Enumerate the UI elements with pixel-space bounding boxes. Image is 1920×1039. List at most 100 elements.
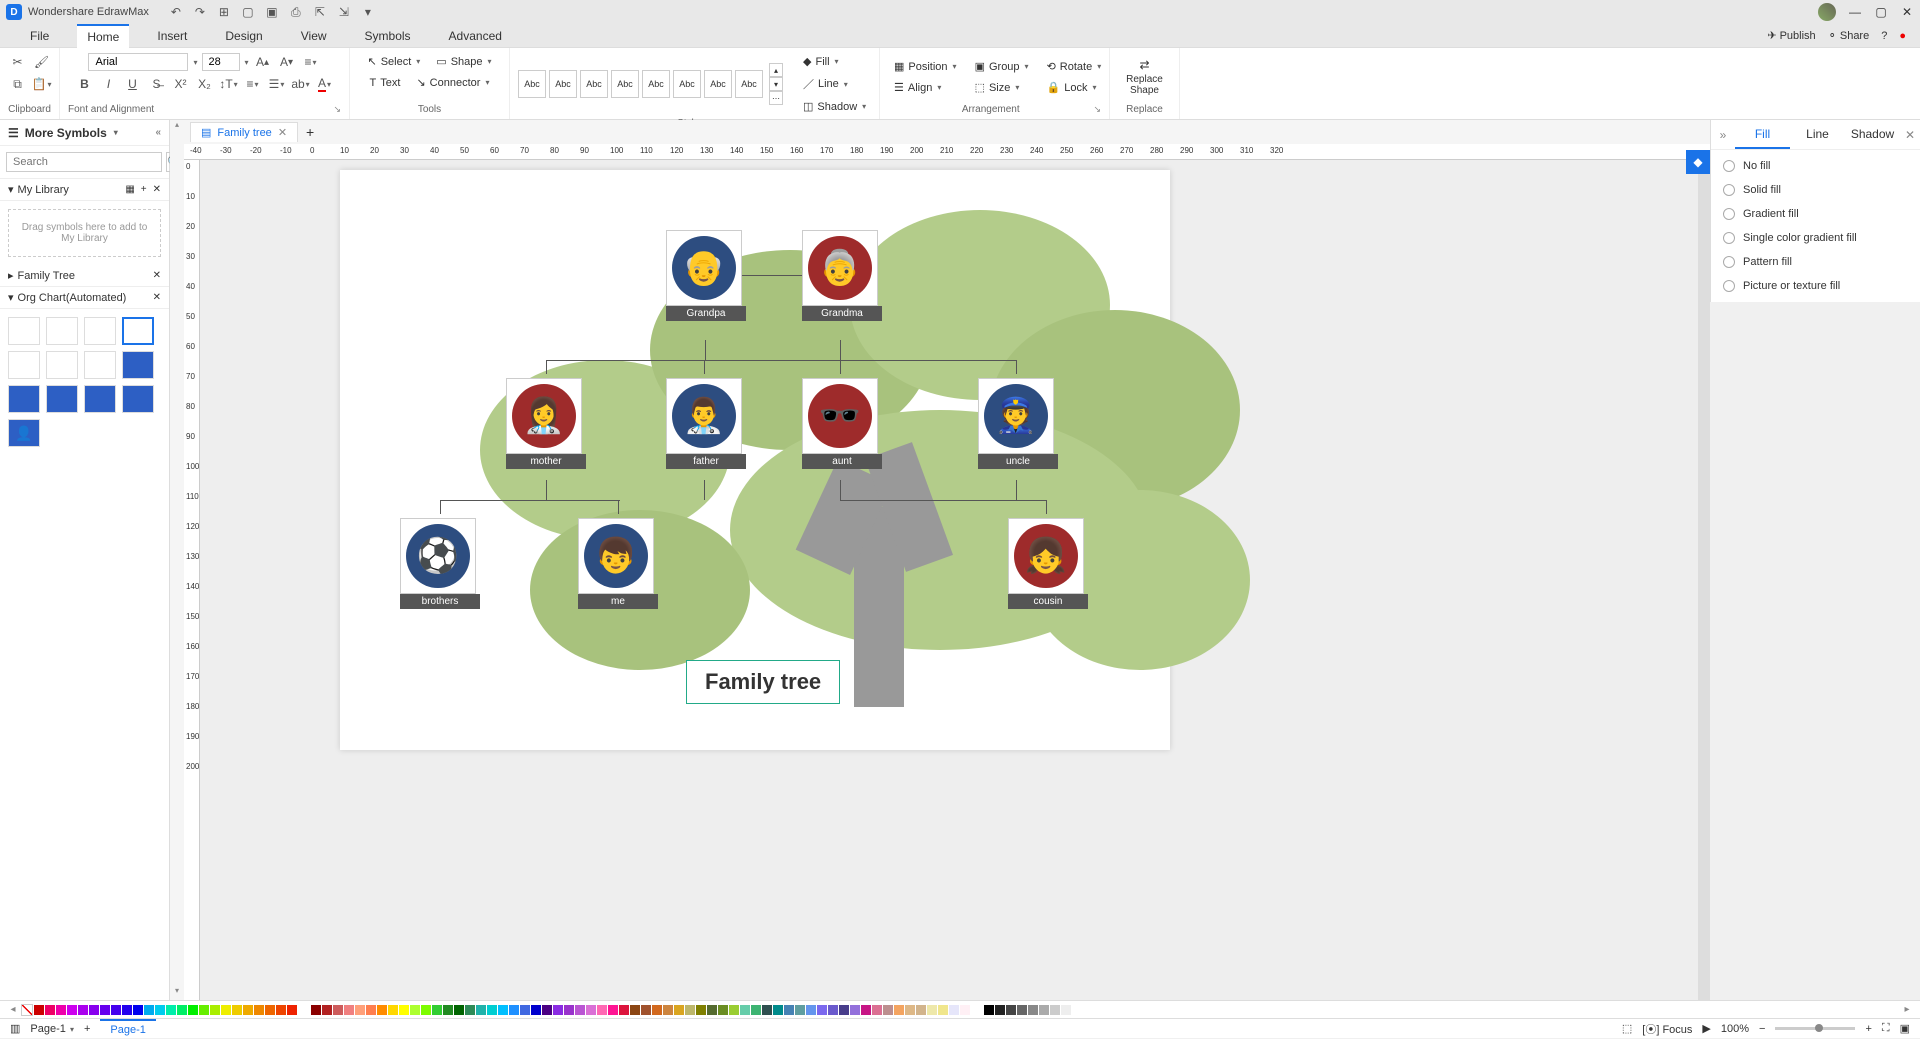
color-swatch[interactable] (707, 1005, 717, 1015)
align-left-icon[interactable]: ≡▾ (301, 52, 321, 72)
style-preset[interactable]: Abc (704, 70, 732, 98)
shape-thumb[interactable] (122, 351, 154, 379)
rotate-button[interactable]: ⟲Rotate▾ (1041, 57, 1108, 76)
tab-shadow[interactable]: Shadow (1845, 121, 1900, 149)
color-swatch[interactable] (861, 1005, 871, 1015)
color-swatch[interactable] (243, 1005, 253, 1015)
color-swatch[interactable] (221, 1005, 231, 1015)
color-swatch[interactable] (111, 1005, 121, 1015)
tab-fill[interactable]: Fill (1735, 121, 1790, 149)
color-swatch[interactable] (254, 1005, 264, 1015)
new-lib-icon[interactable]: ▦ (125, 184, 134, 195)
color-swatch[interactable] (828, 1005, 838, 1015)
colorbar-next-icon[interactable]: ▸ (1900, 1004, 1914, 1015)
color-swatch[interactable] (619, 1005, 629, 1015)
style-preset[interactable]: Abc (549, 70, 577, 98)
color-swatch[interactable] (166, 1005, 176, 1015)
canvas-scrollbar-v[interactable] (1698, 160, 1710, 1000)
color-swatch[interactable] (806, 1005, 816, 1015)
zoom-value[interactable]: 100% (1721, 1023, 1749, 1035)
shape-thumb[interactable] (46, 351, 78, 379)
fullscreen-icon[interactable]: ▣ (1900, 1022, 1910, 1035)
shape-thumb[interactable] (8, 317, 40, 345)
fill-option-single-gradient[interactable]: Single color gradient fill (1723, 232, 1908, 244)
size-button[interactable]: ⬚Size▾ (969, 78, 1035, 97)
bold-icon[interactable]: B (75, 74, 95, 94)
color-swatch[interactable] (564, 1005, 574, 1015)
orgchart-expander-icon[interactable]: ▾ (8, 291, 14, 304)
shrink-font-icon[interactable]: A▾ (277, 52, 297, 72)
fill-option-solid[interactable]: Solid fill (1723, 184, 1908, 196)
canvas-title-box[interactable]: Family tree (686, 660, 840, 704)
menu-home[interactable]: Home (77, 24, 129, 48)
color-swatch[interactable] (1006, 1005, 1016, 1015)
color-swatch[interactable] (575, 1005, 585, 1015)
scroll-down-icon[interactable]: ▾ (170, 986, 184, 1000)
fill-option-gradient[interactable]: Gradient fill (1723, 208, 1908, 220)
color-swatch[interactable] (399, 1005, 409, 1015)
color-swatch[interactable] (465, 1005, 475, 1015)
color-swatch[interactable] (553, 1005, 563, 1015)
shape-thumb[interactable] (46, 317, 78, 345)
color-swatch[interactable] (443, 1005, 453, 1015)
text-button[interactable]: TText (364, 74, 407, 92)
new-icon[interactable]: ⊞ (217, 5, 231, 19)
panel-scroll[interactable]: ▴ ▾ (170, 120, 184, 1000)
color-swatch[interactable] (232, 1005, 242, 1015)
color-swatch[interactable] (265, 1005, 275, 1015)
styles-more-icon[interactable]: ⋯ (769, 91, 783, 105)
align-button[interactable]: ☰Align▾ (888, 78, 963, 97)
menu-advanced[interactable]: Advanced (439, 25, 512, 47)
color-swatch[interactable] (344, 1005, 354, 1015)
fill-option-pattern[interactable]: Pattern fill (1723, 256, 1908, 268)
menu-insert[interactable]: Insert (147, 25, 197, 47)
format-painter-icon[interactable]: 🖌 (32, 52, 52, 72)
colorbar-prev-icon[interactable]: ◂ (6, 1004, 20, 1015)
scroll-up-icon[interactable]: ▴ (170, 120, 184, 134)
color-swatch[interactable] (817, 1005, 827, 1015)
color-swatch[interactable] (597, 1005, 607, 1015)
color-swatch[interactable] (122, 1005, 132, 1015)
color-swatch[interactable] (421, 1005, 431, 1015)
shadow-button[interactable]: ◫Shadow▾ (797, 97, 872, 116)
color-swatch[interactable] (287, 1005, 297, 1015)
fill-button[interactable]: ◆Fill▾ (797, 52, 872, 71)
connector-button[interactable]: ↘Connector▾ (410, 73, 495, 92)
zoom-slider[interactable] (1775, 1027, 1855, 1030)
save-icon[interactable]: ▣ (265, 5, 279, 19)
color-swatch[interactable] (276, 1005, 286, 1015)
color-swatch[interactable] (1050, 1005, 1060, 1015)
color-swatch[interactable] (366, 1005, 376, 1015)
node-mother[interactable]: 👩‍⚕️mother (506, 378, 586, 469)
color-swatch[interactable] (839, 1005, 849, 1015)
presentation-icon[interactable]: ▶ (1702, 1022, 1710, 1035)
style-preset[interactable]: Abc (735, 70, 763, 98)
color-swatch[interactable] (883, 1005, 893, 1015)
replace-shape-button[interactable]: ⇄ Replace Shape (1126, 58, 1163, 96)
color-swatch[interactable] (432, 1005, 442, 1015)
canvas[interactable]: 👴Grandpa 👵Grandma 👩‍⚕️mother 👨‍⚕️father … (200, 160, 1698, 1000)
color-swatch[interactable] (773, 1005, 783, 1015)
redo-icon[interactable]: ↷ (193, 5, 207, 19)
font-color-icon[interactable]: A▾ (315, 74, 335, 94)
highlight-icon[interactable]: ab▾ (291, 74, 311, 94)
color-swatch[interactable] (377, 1005, 387, 1015)
color-swatch[interactable] (45, 1005, 55, 1015)
focus-button[interactable]: [⦿] Focus (1642, 1021, 1692, 1037)
node-me[interactable]: 👦me (578, 518, 658, 609)
color-swatch[interactable] (663, 1005, 673, 1015)
fit-page-icon[interactable]: ⛶ (1882, 1022, 1890, 1035)
close-lib-icon[interactable]: ✕ (153, 184, 161, 195)
color-swatch[interactable] (751, 1005, 761, 1015)
menu-symbols[interactable]: Symbols (355, 25, 421, 47)
strike-icon[interactable]: S̶ (147, 74, 167, 94)
style-preset[interactable]: Abc (580, 70, 608, 98)
color-swatch[interactable] (586, 1005, 596, 1015)
styles-down-icon[interactable]: ▾ (769, 77, 783, 91)
zoom-out-icon[interactable]: − (1759, 1023, 1765, 1035)
node-aunt[interactable]: 🕶️aunt (802, 378, 882, 469)
color-swatch[interactable] (333, 1005, 343, 1015)
select-button[interactable]: ↖Select▾ (361, 52, 426, 71)
color-swatch[interactable] (1061, 1005, 1071, 1015)
color-swatch[interactable] (652, 1005, 662, 1015)
